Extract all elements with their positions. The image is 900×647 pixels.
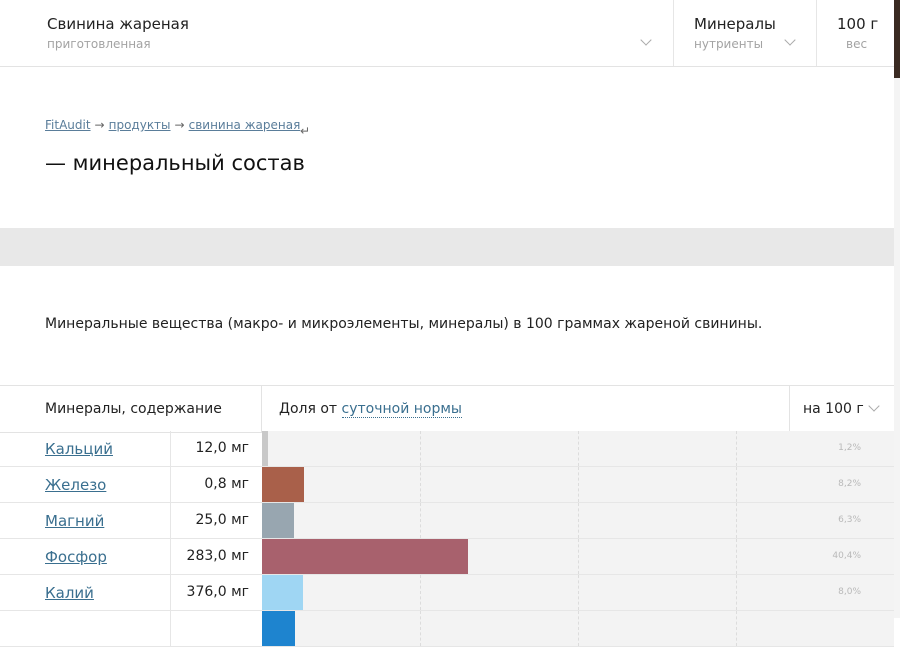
share-percent-label: 8,0%	[838, 587, 861, 597]
mineral-name-link[interactable]: Фосфор	[45, 548, 107, 566]
grid-line	[578, 539, 579, 574]
grid-line	[578, 575, 579, 610]
grid-line	[736, 539, 737, 574]
mineral-value-cell: 283,0 мг	[170, 539, 263, 574]
mineral-name-link[interactable]: Калий	[45, 584, 94, 602]
mineral-name-link[interactable]: Кальций	[45, 440, 113, 458]
mineral-name-link[interactable]: Железо	[45, 476, 106, 494]
grid-line	[420, 503, 421, 538]
minerals-table-body: Кальций 12,0 мг 1,2% Железо 0,8 мг 8,2% Магний…	[0, 431, 894, 647]
share-bar-cell: 1,2%	[262, 431, 894, 466]
mineral-value: 283,0 мг	[186, 548, 249, 564]
grid-line	[420, 575, 421, 610]
breadcrumb-separator: →	[174, 118, 185, 132]
right-gutter	[894, 0, 900, 618]
grid-line	[420, 611, 421, 646]
table-row: Фосфор 283,0 мг 40,4%	[0, 539, 894, 575]
product-subtitle: приготовленная	[47, 37, 151, 51]
chevron-down-icon	[868, 400, 880, 412]
return-arrow-icon: ↵	[300, 124, 311, 138]
weight-selector[interactable]: 100 г вес	[817, 0, 894, 66]
share-percent-label: 8,2%	[838, 479, 861, 489]
share-bar-cell: 8,2%	[262, 467, 894, 502]
breadcrumb-separator: →	[94, 118, 105, 132]
weight-value: 100 г	[837, 15, 879, 33]
grid-line	[578, 467, 579, 502]
nutrients-title: Минералы	[694, 15, 776, 33]
grid-line	[736, 467, 737, 502]
grid-line	[420, 467, 421, 502]
weight-label: вес	[846, 37, 868, 51]
share-bar	[262, 611, 296, 646]
column-header-minerals: Минералы, содержание	[45, 401, 222, 417]
table-row: Магний 25,0 мг 6,3%	[0, 503, 894, 539]
daily-norm-link[interactable]: суточной нормы	[341, 401, 462, 418]
table-header: Минералы, содержание Доля от суточной но…	[0, 385, 894, 433]
per-amount-selector[interactable]: на 100 г	[803, 400, 880, 417]
mineral-value: 0,8 мг	[204, 476, 249, 492]
share-bar-cell: 8,0%	[262, 575, 894, 610]
grid-line	[736, 503, 737, 538]
grid-line	[578, 431, 579, 466]
chevron-down-icon	[784, 34, 796, 46]
breadcrumb-site-link[interactable]: FitAudit	[45, 118, 91, 132]
column-divider	[261, 386, 262, 432]
share-bar	[262, 575, 303, 610]
table-row: Железо 0,8 мг 8,2%	[0, 467, 894, 503]
column-divider	[789, 386, 790, 432]
mineral-value: 25,0 мг	[195, 512, 249, 528]
share-bar	[262, 467, 304, 502]
table-row: Кальций 12,0 мг 1,2%	[0, 431, 894, 467]
chevron-down-icon	[640, 34, 652, 46]
mineral-value-cell: 0,8 мг	[170, 467, 263, 502]
mineral-value-cell	[170, 611, 263, 646]
table-row: Калий 376,0 мг 8,0%	[0, 575, 894, 611]
share-bar-cell: 40,4%	[262, 539, 894, 574]
share-prefix: Доля от	[279, 401, 342, 417]
mineral-value-cell: 25,0 мг	[170, 503, 263, 538]
grid-line	[736, 575, 737, 610]
table-row	[0, 611, 894, 647]
share-percent-label: 1,2%	[838, 443, 861, 453]
mineral-value: 12,0 мг	[195, 440, 249, 456]
breadcrumb-current-link[interactable]: свинина жареная	[189, 118, 301, 132]
grid-line	[736, 431, 737, 466]
share-bar-cell	[262, 611, 894, 646]
mineral-value-cell: 376,0 мг	[170, 575, 263, 610]
mineral-name-link[interactable]: Магний	[45, 512, 104, 530]
breadcrumb: FitAudit → продукты → свинина жареная	[45, 118, 300, 132]
share-bar	[262, 539, 469, 574]
column-header-share: Доля от суточной нормы	[279, 401, 462, 418]
share-bar	[262, 503, 295, 538]
breadcrumb-products-link[interactable]: продукты	[109, 118, 171, 132]
grid-line	[736, 611, 737, 646]
per-amount-label: на 100 г	[803, 401, 864, 417]
mineral-value: 376,0 мг	[186, 584, 249, 600]
product-selector[interactable]: Свинина жареная приготовленная	[0, 0, 674, 66]
nutrients-subtitle: нутриенты	[694, 37, 764, 51]
description-text: Минеральные вещества (макро- и микроэлем…	[45, 316, 763, 332]
grid-line	[578, 503, 579, 538]
edge-image-strip	[894, 0, 900, 78]
product-title: Свинина жареная	[47, 15, 189, 33]
top-bar: Свинина жареная приготовленная Минералы …	[0, 0, 894, 67]
share-bar	[262, 431, 269, 466]
mineral-value-cell: 12,0 мг	[170, 431, 263, 466]
share-bar-cell: 6,3%	[262, 503, 894, 538]
grid-line	[420, 431, 421, 466]
nutrients-selector[interactable]: Минералы нутриенты	[674, 0, 817, 66]
grid-line	[578, 611, 579, 646]
share-percent-label: 40,4%	[832, 551, 861, 561]
share-percent-label: 6,3%	[838, 515, 861, 525]
section-divider	[0, 228, 894, 266]
page-title: — минеральный состав	[45, 151, 305, 175]
